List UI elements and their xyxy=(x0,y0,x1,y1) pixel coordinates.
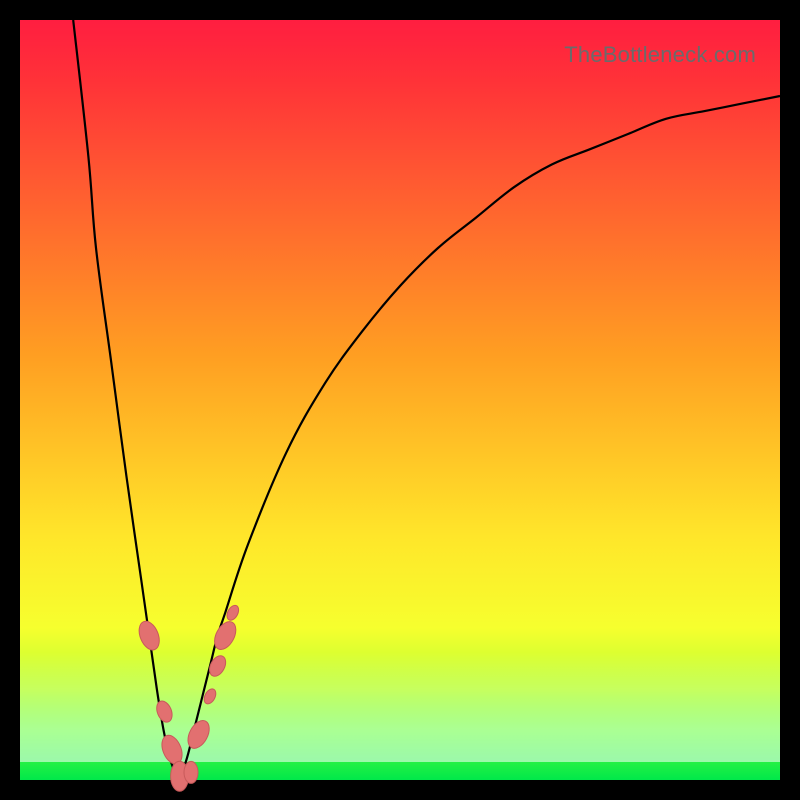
curve-right-branch xyxy=(180,96,780,780)
bead-4 xyxy=(184,761,198,783)
bead-1 xyxy=(154,699,175,725)
bead-0 xyxy=(135,618,163,653)
chart-frame: TheBottleneck.com xyxy=(0,0,800,800)
plot-area: TheBottleneck.com xyxy=(20,20,780,780)
curve-svg xyxy=(20,20,780,780)
bead-7 xyxy=(206,653,229,679)
bead-5 xyxy=(184,717,214,752)
beads-group xyxy=(135,603,241,791)
curve-left-branch xyxy=(73,20,179,780)
